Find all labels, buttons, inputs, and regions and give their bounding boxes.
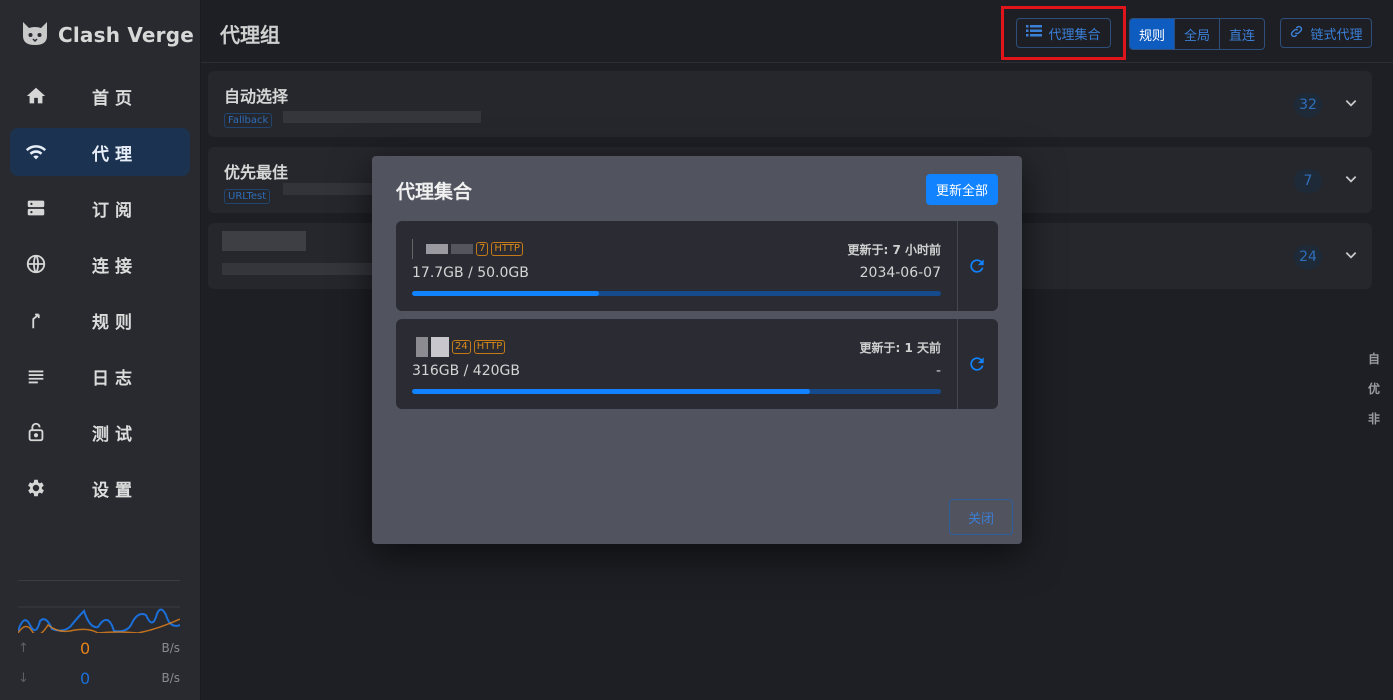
mode-direct-button[interactable]: 直连	[1220, 19, 1264, 49]
page-title: 代理组	[220, 23, 280, 47]
chevron-down-icon[interactable]	[1344, 95, 1358, 114]
fork-icon	[10, 309, 62, 331]
side-label: 非	[1368, 412, 1381, 426]
usage-progress-bar	[412, 291, 941, 296]
sidebar-item-test[interactable]: 测试	[10, 408, 190, 456]
provider-updated: 更新于: 7 小时前	[847, 243, 941, 257]
group-name: 优先最佳	[224, 163, 289, 182]
sidebar-item-settings[interactable]: 设置	[10, 464, 190, 512]
close-button[interactable]: 关闭	[949, 499, 1013, 535]
mode-rule-button[interactable]: 规则	[1130, 19, 1175, 49]
redacted-text	[222, 231, 306, 251]
cat-logo-icon	[20, 18, 50, 52]
usage-progress-fill	[412, 389, 810, 394]
proxy-group-card[interactable]: 自动选择 Fallback 32	[208, 71, 1372, 137]
sidebar-item-label: 首页	[92, 88, 138, 109]
arrow-down-icon: ↓	[18, 670, 29, 686]
provider-expire: -	[935, 363, 941, 379]
sidebar-item-logs[interactable]: 日志	[10, 352, 190, 400]
provider-updated: 更新于: 1 天前	[859, 341, 941, 355]
gear-icon	[10, 477, 62, 499]
provider-type-tag: HTTP	[473, 340, 506, 354]
header: 代理组 代理集合 规则 全局 直连 链式代理	[201, 0, 1393, 63]
provider-count-tag: 7	[476, 242, 489, 256]
provider-count-tag: 24	[452, 340, 471, 354]
home-icon	[10, 85, 62, 107]
chain-proxy-label: 链式代理	[1310, 27, 1363, 43]
lock-icon	[10, 421, 62, 443]
group-type-tag: URLTest	[224, 189, 271, 204]
sidebar-item-label: 连接	[92, 256, 138, 277]
chevron-down-icon[interactable]	[1344, 247, 1358, 266]
provider-type-tag: HTTP	[491, 242, 523, 256]
redacted-text	[426, 244, 448, 254]
download-unit: B/s	[161, 671, 180, 685]
arrow-up-icon: ↑	[18, 640, 29, 656]
globe-icon	[10, 253, 62, 275]
sidebar-item-home[interactable]: 首页	[10, 72, 190, 120]
upload-row: ↑ 0 B/s	[18, 633, 180, 663]
server-icon	[10, 197, 62, 219]
list-icon	[10, 365, 62, 387]
sidebar-item-label: 代理	[92, 144, 138, 165]
provider-collection-button[interactable]: 代理集合	[1016, 18, 1111, 48]
mode-global-button[interactable]: 全局	[1175, 19, 1220, 49]
side-label: 自	[1368, 352, 1381, 366]
provider-collection-label: 代理集合	[1048, 27, 1101, 43]
provider-name: 7 HTTP	[412, 239, 523, 259]
link-icon	[1289, 24, 1304, 43]
download-value: 0	[80, 668, 91, 688]
sidebar-item-rules[interactable]: 规则	[10, 296, 190, 344]
wifi-icon	[10, 141, 62, 163]
group-count-badge: 32	[1294, 93, 1322, 117]
side-label: 优	[1368, 382, 1381, 396]
app-name: Clash Verge	[58, 23, 195, 47]
traffic-graph	[17, 580, 181, 636]
provider-card: 24 HTTP 更新于: 1 天前 316GB / 420GB -	[396, 319, 998, 409]
sidebar-item-connections[interactable]: 连接	[10, 240, 190, 288]
dialog-title: 代理集合	[396, 181, 473, 203]
upload-value: 0	[80, 638, 91, 658]
sidebar-item-subscriptions[interactable]: 订阅	[10, 184, 190, 232]
usage-progress-bar	[412, 389, 941, 394]
download-row: ↓ 0 B/s	[18, 663, 180, 693]
provider-expire: 2034-06-07	[859, 265, 941, 281]
chevron-down-icon[interactable]	[1344, 171, 1358, 190]
sidebar-item-label: 日志	[92, 368, 138, 389]
sidebar-nav: 首页 代理 订阅 连接 规则 日志 测试 设置	[10, 72, 190, 520]
sidebar-item-label: 设置	[92, 480, 138, 501]
provider-card: 7 HTTP 更新于: 7 小时前 17.7GB / 50.0GB 2034-0…	[396, 221, 998, 311]
traffic-monitor: ↑ 0 B/s ↓ 0 B/s	[17, 580, 181, 693]
sidebar: Clash Verge 首页 代理 订阅 连接 规则 日志 测试 设置 ↑ 0 …	[0, 0, 201, 700]
provider-usage: 17.7GB / 50.0GB	[412, 265, 529, 281]
mode-toggle-group: 规则 全局 直连	[1129, 18, 1265, 50]
refresh-icon[interactable]	[965, 352, 989, 376]
brand: Clash Verge	[20, 18, 194, 52]
list-icon	[1026, 24, 1043, 42]
redacted-text	[416, 337, 428, 357]
sidebar-item-label: 测试	[92, 424, 138, 445]
group-name: 自动选择	[224, 87, 289, 106]
sidebar-item-proxy[interactable]: 代理	[10, 128, 190, 176]
group-type-tag: Fallback	[224, 113, 273, 128]
sidebar-item-label: 订阅	[92, 200, 138, 221]
provider-usage: 316GB / 420GB	[412, 363, 520, 379]
refresh-icon[interactable]	[965, 254, 989, 278]
group-count-badge: 24	[1294, 245, 1322, 269]
redacted-text	[283, 183, 373, 195]
provider-info: 7 HTTP 更新于: 7 小时前 17.7GB / 50.0GB 2034-0…	[396, 221, 958, 311]
provider-dialog: 代理集合 更新全部 7 HTTP 更新于: 7 小时前 17.7GB / 50.…	[372, 156, 1022, 544]
chain-proxy-button[interactable]: 链式代理	[1280, 18, 1372, 48]
provider-info: 24 HTTP 更新于: 1 天前 316GB / 420GB -	[396, 319, 958, 409]
usage-progress-fill	[412, 291, 600, 296]
provider-name: 24 HTTP	[412, 337, 506, 357]
upload-unit: B/s	[161, 641, 180, 655]
update-all-button[interactable]: 更新全部	[926, 174, 998, 205]
group-count-badge: 7	[1294, 169, 1322, 193]
redacted-text	[222, 263, 372, 275]
sidebar-item-label: 规则	[92, 312, 138, 333]
redacted-text	[283, 111, 481, 123]
